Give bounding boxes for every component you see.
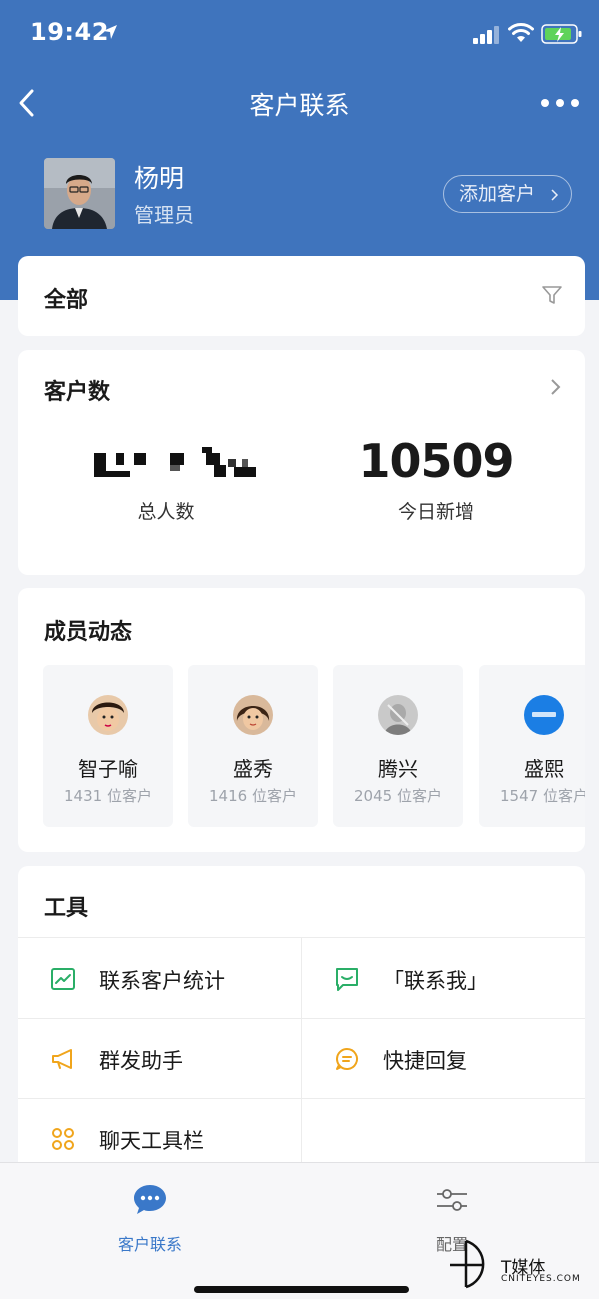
member-activity-title: 成员动态 xyxy=(44,620,133,645)
tab-customer-contact[interactable]: 客户联系 xyxy=(50,1163,250,1263)
member-card[interactable]: 智子喻 1431 位客户 xyxy=(43,665,173,827)
member-list[interactable]: 智子喻 1431 位客户 盛秀 1416 位客户 腾兴 2045 位客户 盛熙 … xyxy=(43,665,585,827)
megaphone-icon xyxy=(52,1049,72,1069)
member-name: 盛熙 xyxy=(524,757,564,781)
member-avatar xyxy=(88,695,128,735)
tab-label: 客户联系 xyxy=(117,1235,182,1254)
customer-count-title: 客户数 xyxy=(44,380,111,405)
member-avatar xyxy=(524,695,564,735)
member-avatar xyxy=(233,695,273,735)
tool-label: 聊天工具栏 xyxy=(99,1129,204,1153)
member-card[interactable]: 腾兴 2045 位客户 xyxy=(333,665,463,827)
status-time: 19:42 xyxy=(30,18,109,46)
home-indicator xyxy=(194,1286,409,1293)
today-new-label: 今日新增 xyxy=(397,501,474,523)
sliders-icon xyxy=(437,1189,467,1211)
member-customer-count: 2045 位客户 xyxy=(354,787,442,805)
toolbar-icon xyxy=(52,1128,74,1150)
status-bar: 19:42 xyxy=(0,0,599,68)
tool-label: 群发助手 xyxy=(99,1049,183,1073)
tool-label: 联系客户统计 xyxy=(99,969,225,993)
tool-label: 快捷回复 xyxy=(383,1049,467,1073)
tool-mass-message[interactable]: 群发助手 xyxy=(18,1018,301,1098)
member-card[interactable]: 盛熙 1547 位客户 xyxy=(479,665,585,827)
quick-reply-icon xyxy=(336,1048,358,1070)
location-arrow-icon xyxy=(103,25,117,39)
filter-icon[interactable] xyxy=(541,284,563,306)
total-count-label: 总人数 xyxy=(137,501,195,523)
filter-card[interactable]: 全部 xyxy=(18,256,585,336)
tool-contact-me[interactable]: 「联系我」 xyxy=(302,938,585,1018)
member-customer-count: 1547 位客户 xyxy=(500,787,585,805)
message-icon xyxy=(336,968,358,991)
watermark-mark-icon xyxy=(450,1239,485,1289)
total-count-obscured xyxy=(94,447,256,477)
chevron-right-icon[interactable] xyxy=(549,378,561,396)
tools-grid: 联系客户统计 「联系我」 群发助手 快捷回复 聊天工具栏 xyxy=(18,937,585,1178)
member-activity-card: 成员动态 智子喻 1431 位客户 盛秀 1416 位客户 腾兴 2045 位客… xyxy=(18,588,585,852)
chart-icon xyxy=(51,968,75,990)
user-avatar xyxy=(44,158,115,229)
add-customer-label: 添加客户 xyxy=(459,183,536,205)
tool-quick-reply[interactable]: 快捷回复 xyxy=(302,1018,585,1098)
cellular-signal-icon xyxy=(473,26,499,44)
wifi-icon xyxy=(508,23,534,42)
today-new-value: 10509 xyxy=(358,434,514,488)
battery-charging-icon xyxy=(541,24,582,44)
tools-card: 工具 联系客户统计 「联系我」 群发助手 快捷回复 聊天工具栏 xyxy=(18,866,585,1178)
add-customer-button[interactable]: 添加客户 xyxy=(443,175,572,213)
user-name: 杨明 xyxy=(134,164,185,193)
chevron-right-icon xyxy=(551,189,559,201)
member-name: 腾兴 xyxy=(378,757,418,781)
tools-title: 工具 xyxy=(44,896,89,921)
member-avatar xyxy=(378,695,418,735)
tool-customer-stats[interactable]: 联系客户统计 xyxy=(18,938,301,1018)
filter-label: 全部 xyxy=(44,288,89,313)
tool-label: 「联系我」 xyxy=(383,969,488,993)
member-name: 盛秀 xyxy=(233,757,273,781)
watermark-subtext: CNITEYES.COM xyxy=(501,1274,581,1284)
customer-count-card[interactable]: 客户数 10509 总人数 今日新增 xyxy=(18,350,585,575)
member-customer-count: 1416 位客户 xyxy=(209,787,297,805)
page-title: 客户联系 xyxy=(249,91,350,120)
member-customer-count: 1431 位客户 xyxy=(64,787,152,805)
more-icon[interactable] xyxy=(539,94,581,112)
chat-bubble-icon xyxy=(134,1185,166,1214)
watermark-logo: T媒体 CNITEYES.COM xyxy=(446,1237,596,1291)
member-name: 智子喻 xyxy=(78,757,138,781)
member-card[interactable]: 盛秀 1416 位客户 xyxy=(188,665,318,827)
user-role: 管理员 xyxy=(134,203,194,227)
